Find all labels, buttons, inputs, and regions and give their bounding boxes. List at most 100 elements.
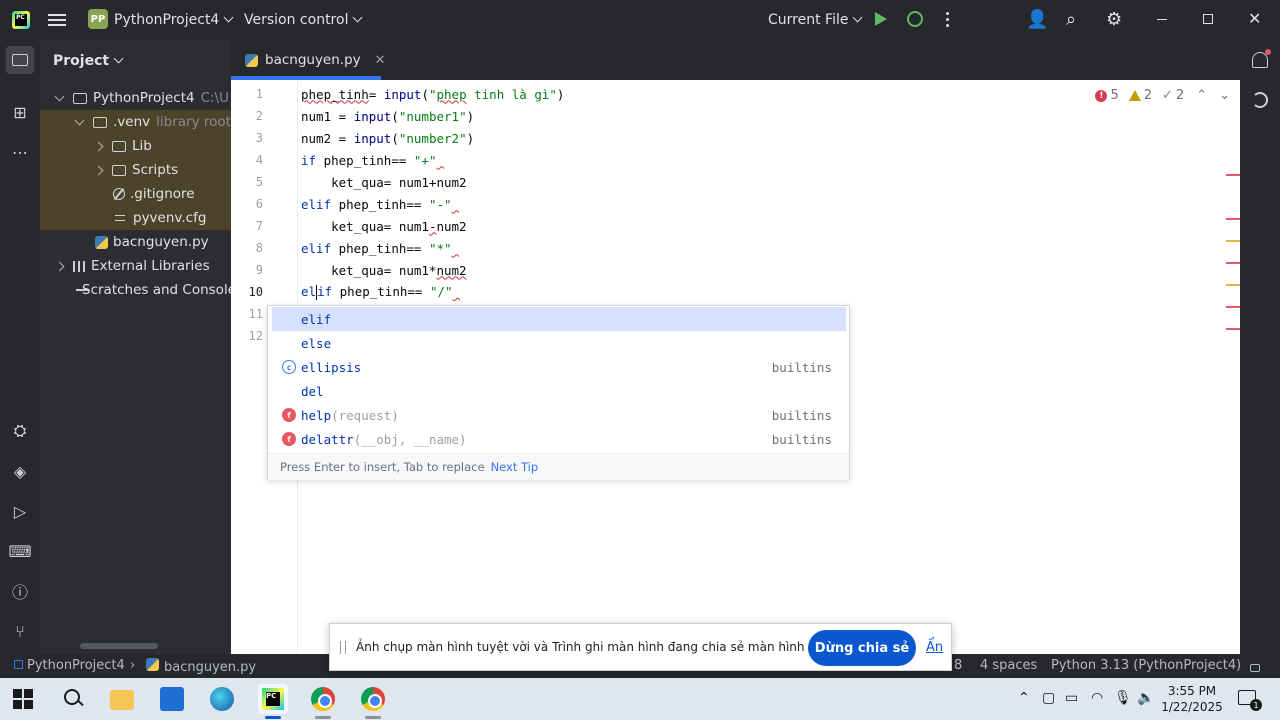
meet-now-icon[interactable]: ▢: [1042, 690, 1055, 706]
wifi-icon[interactable]: ◠: [1091, 690, 1103, 706]
error-stripe-marker[interactable]: [1226, 328, 1240, 330]
battery-icon[interactable]: ▭: [1065, 690, 1078, 706]
code-line-current[interactable]: 10 elif phep_tinh== "/": [231, 281, 1240, 303]
code-line[interactable]: 7 ket_qua= num1-num2: [231, 215, 1240, 237]
code-line[interactable]: 3 num2 = input("number2"): [231, 127, 1240, 149]
completion-item[interactable]: f delattr(__obj, __name) builtins: [272, 427, 846, 451]
next-problem-icon[interactable]: ⌄: [1219, 88, 1230, 103]
caret-position[interactable]: 8: [954, 658, 962, 673]
chrome-icon[interactable]: [361, 687, 385, 711]
file-explorer-icon[interactable]: [110, 690, 134, 710]
microphone-icon[interactable]: 🎙: [1114, 690, 1132, 706]
python-packages-icon[interactable]: ⛭: [10, 421, 30, 441]
notifications-icon[interactable]: [1252, 49, 1271, 68]
tree-item-scratches[interactable]: Scratches and Consoles: [40, 278, 231, 302]
system-clock[interactable]: 3:55 PM 1/22/2025: [1160, 683, 1224, 715]
lock-icon[interactable]: [1250, 661, 1260, 676]
completion-item[interactable]: del: [272, 379, 846, 403]
previous-problem-icon[interactable]: ⌃: [1196, 88, 1207, 103]
chevron-right-icon: [93, 165, 104, 175]
chrome-icon[interactable]: [311, 687, 335, 711]
tree-item-gitignore[interactable]: .gitignore: [40, 182, 231, 206]
inspection-widget[interactable]: ! 5 2 ✓ 2 ⌃ ⌄: [1095, 88, 1230, 103]
more-tools-icon[interactable]: ⋯: [10, 142, 30, 162]
version-control-menu[interactable]: Version control: [244, 12, 363, 28]
stop-sharing-button[interactable]: Dừng chia sẻ: [808, 630, 916, 666]
warning-stripe-marker[interactable]: [1226, 240, 1240, 242]
search-icon[interactable]: [62, 687, 86, 711]
git-icon[interactable]: ⑂: [10, 621, 30, 641]
tree-item-project-root[interactable]: PythonProject4 C:\U: [40, 86, 231, 110]
volume-icon[interactable]: 🔈: [1137, 690, 1154, 706]
more-icon[interactable]: [946, 12, 950, 30]
code-line[interactable]: 8 elif phep_tinh== "*": [231, 237, 1240, 259]
chevron-up-icon[interactable]: ⌃: [1018, 690, 1030, 706]
tree-item-pyvenv-cfg[interactable]: pyvenv.cfg: [40, 206, 231, 230]
edge-icon[interactable]: [210, 687, 234, 711]
completion-item[interactable]: else: [272, 331, 846, 355]
tab-close-icon[interactable]: ✕: [375, 53, 386, 68]
warning-stripe-marker[interactable]: [1226, 284, 1240, 286]
indent-setting[interactable]: 4 spaces: [980, 658, 1037, 673]
problems-icon[interactable]: ⓘ: [10, 581, 30, 602]
python-interpreter[interactable]: Python 3.13 (PythonProject4): [1051, 658, 1241, 673]
structure-tool-icon[interactable]: ⊞: [10, 102, 30, 122]
layers-icon[interactable]: ◈: [10, 461, 30, 481]
code-text: phep_tinh= input("phep tinh là gì"): [301, 86, 565, 102]
breadcrumb-project[interactable]: PythonProject4: [14, 658, 125, 673]
run-configuration-selector[interactable]: Current File: [768, 12, 863, 28]
project-badge[interactable]: PP: [88, 9, 108, 29]
tab-bacnguyen-py[interactable]: bacnguyen.py ✕: [241, 40, 390, 80]
completion-label: help(request): [301, 407, 399, 423]
error-icon: !: [1095, 89, 1108, 102]
pycharm-icon[interactable]: [258, 684, 288, 714]
tree-item-lib[interactable]: Lib: [40, 134, 231, 158]
run-tool-icon[interactable]: ▷: [10, 501, 30, 521]
tree-item-external-libraries[interactable]: External Libraries: [40, 254, 231, 278]
hide-link[interactable]: Ẩn: [926, 640, 943, 655]
terminal-icon[interactable]: ⌨: [8, 541, 31, 561]
error-stripe-marker[interactable]: [1226, 262, 1240, 264]
store-icon[interactable]: [160, 687, 184, 711]
ai-assistant-icon[interactable]: [1252, 92, 1268, 108]
error-stripe-marker[interactable]: [1226, 306, 1240, 308]
search-icon[interactable]: ⌕: [1066, 9, 1076, 30]
code-line[interactable]: 9 ket_qua= num1*num2: [231, 259, 1240, 281]
code-line[interactable]: 1 phep_tinh= input("phep tinh là gì"): [231, 83, 1240, 105]
maximize-icon[interactable]: [1203, 14, 1213, 24]
horizontal-scrollbar[interactable]: [80, 643, 158, 649]
completion-item[interactable]: c ellipsis builtins: [272, 355, 846, 379]
close-icon[interactable]: ✕: [1248, 9, 1261, 28]
code-text: if phep_tinh== "+": [301, 152, 437, 168]
breadcrumb-file[interactable]: bacnguyen.py: [146, 658, 256, 675]
error-stripe-marker[interactable]: [1226, 174, 1240, 176]
code-line[interactable]: 6 elif phep_tinh== "-": [231, 193, 1240, 215]
right-tool-strip: [1240, 40, 1280, 654]
code-line[interactable]: 4 if phep_tinh== "+": [231, 149, 1240, 171]
add-user-icon[interactable]: 👤: [1026, 9, 1048, 30]
debug-icon[interactable]: [907, 11, 923, 27]
notification-center-icon[interactable]: 1: [1238, 690, 1262, 711]
tree-item-scripts[interactable]: Scripts: [40, 158, 231, 182]
project-panel-title[interactable]: Project: [53, 53, 124, 69]
run-icon[interactable]: [875, 12, 887, 26]
module-icon: [14, 660, 23, 669]
code-line[interactable]: 2 num1 = input("number1"): [231, 105, 1240, 127]
code-line[interactable]: 5 ket_qua= num1+num2: [231, 171, 1240, 193]
windows-start-icon[interactable]: [13, 689, 33, 709]
tree-item-venv[interactable]: .venv library root: [40, 110, 231, 134]
drag-handle-icon[interactable]: [340, 641, 346, 654]
notification-count: 1: [1250, 699, 1262, 711]
completion-item[interactable]: elif: [272, 307, 846, 331]
tree-item-bacnguyen-py[interactable]: bacnguyen.py: [40, 230, 231, 254]
project-selector[interactable]: PythonProject4: [114, 12, 234, 28]
completion-item[interactable]: f help(request) builtins: [272, 403, 846, 427]
folder-icon: [93, 116, 107, 128]
completion-label: delattr(__obj, __name): [301, 431, 467, 447]
next-tip-link[interactable]: Next Tip: [491, 460, 539, 474]
minimize-icon[interactable]: [1157, 19, 1167, 20]
settings-icon[interactable]: ⚙: [1106, 9, 1122, 30]
error-stripe-marker[interactable]: [1226, 218, 1240, 220]
main-menu-icon[interactable]: [48, 11, 66, 29]
project-tool-icon[interactable]: [6, 46, 34, 74]
